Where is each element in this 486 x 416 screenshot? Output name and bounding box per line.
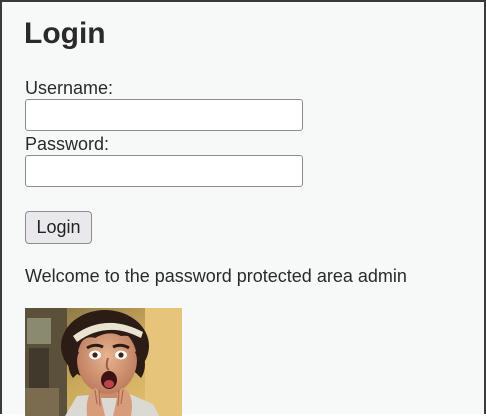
page-frame: Login Username: Password: Login Welcome … bbox=[0, 0, 486, 416]
user-photo bbox=[25, 308, 182, 416]
username-label: Username: bbox=[25, 78, 114, 98]
username-input[interactable] bbox=[25, 99, 303, 131]
welcome-message: Welcome to the password protected area a… bbox=[25, 266, 407, 286]
password-input[interactable] bbox=[25, 155, 303, 187]
login-button[interactable]: Login bbox=[25, 211, 92, 244]
password-label: Password: bbox=[25, 134, 110, 154]
page-title: Login bbox=[24, 17, 106, 50]
